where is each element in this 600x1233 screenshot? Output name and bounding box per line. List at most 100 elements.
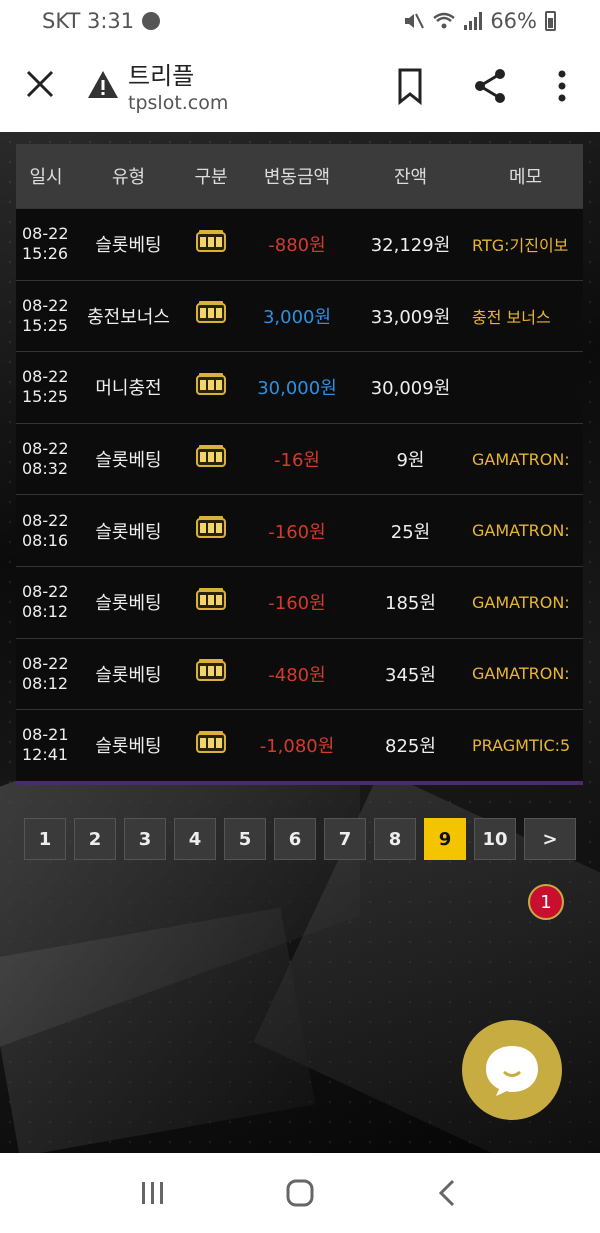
page-button-6[interactable]: 6 [274,818,316,860]
row-datetime: 08-22 08:12 [16,654,76,694]
row-balance: 825원 [385,736,436,758]
header-type: 유형 [111,167,146,188]
slot-machine-icon [196,444,226,469]
row-date: 08-21 [22,725,69,745]
back-button[interactable] [427,1173,467,1213]
recent-apps-icon [142,1182,164,1204]
share-icon[interactable] [470,66,510,106]
page-button-5[interactable]: 5 [224,818,266,860]
slot-machine-icon [196,516,226,540]
status-left: SKT 3:31 [42,9,161,33]
slot-machine-icon [196,372,226,397]
row-balance: 30,009원 [370,378,451,400]
row-type: 충전보너스 [87,306,170,328]
row-time: 12:41 [22,745,69,765]
row-datetime: 08-22 15:25 [16,296,76,336]
row-type: 슬롯베팅 [95,235,162,257]
row-amount: -880원 [268,235,326,257]
row-datetime: 08-22 15:26 [16,224,76,264]
row-type: 슬롯베팅 [95,593,162,615]
warning-icon[interactable] [86,68,120,102]
table-row: 08-22 15:25 머니충전 30,000원 30,009원 [16,351,583,423]
row-memo: GAMATRON: [472,449,570,469]
row-date: 08-22 [22,510,69,530]
row-memo: 충전 보너스 [472,307,551,327]
status-bar: SKT 3:31 66% [0,0,600,42]
page-button-4[interactable]: 4 [174,818,216,860]
message-notification-icon [142,12,161,30]
row-amount: -160원 [268,521,326,543]
table-row: 08-22 08:12 슬롯베팅 -480원 345원 GAMATRON: [16,637,583,710]
page-button-7[interactable]: 7 [324,818,366,860]
row-balance: 345원 [385,664,436,686]
row-datetime: 08-21 12:41 [16,725,76,765]
row-time: 08:16 [22,530,69,550]
home-button[interactable] [280,1173,320,1213]
table-row: 08-21 12:41 슬롯베팅 -1,080원 825원 PRAGMTIC:5 [16,709,583,781]
row-category [181,372,241,402]
row-category [181,587,241,617]
row-balance: 9원 [396,450,425,472]
close-icon[interactable] [22,66,58,102]
table-row: 08-22 08:16 슬롯베팅 -160원 25원 GAMATRON: [16,494,583,566]
row-time: 15:25 [22,315,69,335]
more-options-icon[interactable] [548,66,576,106]
row-amount: 30,000원 [257,378,337,400]
signal-icon [464,12,483,30]
row-time: 08:12 [22,602,69,622]
header-memo: 메모 [508,167,543,188]
page-url[interactable]: tpslot.com [128,92,228,114]
page-content: 일시 유형 구분 변동금액 잔액 메모 08-22 15:26 슬롯베팅 -880원 3… [0,132,600,1153]
row-type: 슬롯베팅 [95,450,162,472]
row-time: 08:32 [22,459,69,479]
header-date: 일시 [29,167,63,188]
page-button-2[interactable]: 2 [74,818,116,860]
row-memo: GAMATRON: [472,521,570,541]
table-header: 일시 유형 구분 변동금액 잔액 메모 [16,144,583,208]
next-page-button[interactable]: > [524,818,576,860]
row-category [181,659,241,688]
row-amount: -16원 [274,450,320,472]
battery-icon [545,11,556,31]
page-button-1[interactable]: 1 [24,818,66,860]
table-body: 08-22 15:26 슬롯베팅 -880원 32,129원 RTG:기진이보 08-22 1… [16,208,583,781]
page-button-10[interactable]: 10 [474,818,516,860]
row-date: 08-22 [22,224,69,244]
row-category [181,301,241,330]
row-datetime: 08-22 08:12 [16,582,76,622]
table-row: 08-22 08:32 슬롯베팅 -16원 9원 GAMATRON: [16,422,583,495]
table-row: 08-22 15:25 충전보너스 3,000원 33,009원 충전 보너스 [16,279,583,352]
slot-machine-icon [196,730,226,755]
table-row: 08-22 08:12 슬롯베팅 -160원 185원 GAMATRON: [16,565,583,638]
row-time: 08:12 [22,673,69,693]
row-category [181,730,241,760]
page-button-3[interactable]: 3 [124,818,166,860]
row-amount: -480원 [268,664,326,686]
page-button-8[interactable]: 8 [374,818,416,860]
row-amount: 3,000원 [262,306,332,328]
row-amount: -160원 [268,593,326,615]
browser-toolbar: 트리플 tpslot.com [0,42,600,132]
home-icon [286,1179,314,1207]
row-datetime: 08-22 15:25 [16,367,76,407]
row-datetime: 08-22 08:16 [16,511,76,551]
row-memo: GAMATRON: [472,592,570,612]
row-date: 08-22 [22,295,69,315]
header-category: 구분 [194,167,228,188]
slot-machine-icon [196,301,226,325]
row-date: 08-22 [22,653,69,673]
row-memo: GAMATRON: [472,664,570,684]
row-balance: 25원 [390,521,431,543]
mute-icon [405,13,425,29]
page-button-9[interactable]: 9 [424,818,466,860]
system-nav-bar [0,1153,600,1233]
row-memo: RTG:기진이보 [472,236,569,256]
chat-badge: 1 [528,884,564,920]
row-type: 머니충전 [95,378,162,400]
bookmark-icon[interactable] [392,66,428,106]
row-balance: 33,009원 [370,306,451,328]
transaction-table: 일시 유형 구분 변동금액 잔액 메모 08-22 15:26 슬롯베팅 -880원 3… [16,144,583,785]
recent-apps-button[interactable] [133,1173,173,1213]
back-icon [438,1179,454,1207]
chat-button[interactable] [462,1020,562,1120]
